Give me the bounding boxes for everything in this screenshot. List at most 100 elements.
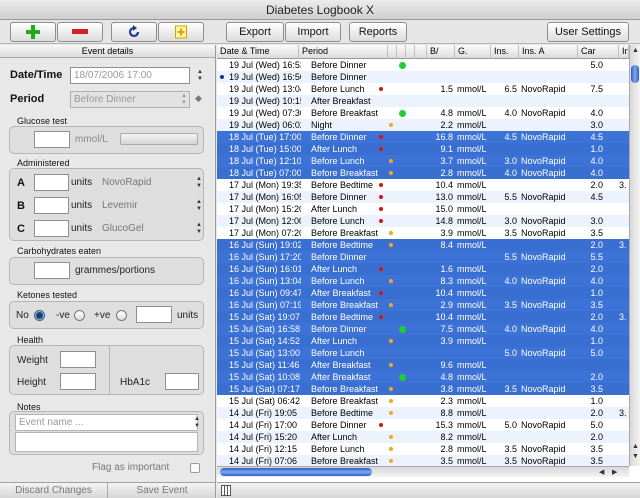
table-row[interactable]: 17 Jul (Mon) 15:20 After Lunch 15.0 mmol/L [217, 203, 629, 215]
event-name-arrows[interactable]: ▲ ▼ [193, 416, 201, 430]
table-row[interactable]: 14 Jul (Fri) 19:05 Before Bedtime 8.8 mmol/… [217, 407, 629, 419]
reports-button[interactable]: Reports [349, 22, 407, 42]
period-select[interactable]: Before Dinner [70, 91, 190, 108]
table-row[interactable]: 18 Jul (Tue) 07:00 Before Breakfast 2.8 mmo… [217, 167, 629, 179]
cell-glucose-unit: mmol/L [457, 108, 487, 118]
table-row[interactable]: 19 Jul (Wed) 16:53 Before Dinner 5.0 [217, 59, 629, 71]
table-row[interactable]: 15 Jul (Sat) 07:17 Before Breakfast 3.8 mmo… [217, 383, 629, 395]
import-button[interactable]: Import [285, 22, 341, 42]
save-event-button[interactable]: Save Event [108, 483, 216, 498]
table-row[interactable]: 15 Jul (Sat) 11:46 After Breakfast 9.6 mmol… [217, 359, 629, 371]
datetime-stepper[interactable]: ▲ ▼ [196, 69, 204, 83]
ketones-neg-radio[interactable] [74, 310, 85, 321]
table-row[interactable]: 16 Jul (Sun) 07:19 Before Breakfast 2.9 mmo… [217, 299, 629, 311]
scroll-right-arrow[interactable]: ▶ [612, 468, 617, 476]
table-row[interactable]: 18 Jul (Tue) 17:00 Before Dinner 16.8 mmol/… [217, 131, 629, 143]
add-event-button[interactable] [10, 22, 56, 42]
scroll-down-arrow[interactable]: ▼ [632, 453, 639, 460]
cell-insulin-dose: 3.5 [504, 384, 517, 394]
column-header-flag4[interactable] [415, 45, 427, 59]
table-row[interactable]: 19 Jul (Wed) 06:02 Night 2.2 mmol/L 3.0 [217, 119, 629, 131]
table-row[interactable]: 15 Jul (Sat) 14:52 After Lunch 3.9 mmol/L 1.… [217, 335, 629, 347]
refresh-button[interactable] [111, 22, 157, 42]
column-header-bg[interactable]: B/ [427, 45, 455, 59]
table-row[interactable]: 14 Jul (Fri) 17:00 Before Dinner 15.3 mmol/… [217, 419, 629, 431]
column-header-carbs[interactable]: Car [578, 45, 619, 59]
scroll-up-arrow[interactable]: ▲ [632, 47, 639, 54]
carbs-input[interactable] [34, 262, 70, 279]
table-row[interactable]: 15 Jul (Sat) 10:08 After Breakfast 4.8 mmol… [217, 371, 629, 383]
cell-insulin-b [619, 395, 629, 407]
insulin-b-input[interactable] [34, 197, 69, 214]
flag-important-checkbox[interactable] [190, 463, 200, 473]
insulin-b-name[interactable]: Levemir [102, 200, 138, 211]
discard-changes-button[interactable]: Discard Changes [0, 483, 108, 498]
horizontal-scroll-thumb[interactable] [220, 468, 372, 476]
column-header-glucose[interactable]: G. [455, 45, 491, 59]
weight-input[interactable] [60, 351, 96, 368]
table-row[interactable]: 15 Jul (Sat) 19:07 Before Bedtime 10.4 mmol… [217, 311, 629, 323]
scroll-left-arrow[interactable]: ◀ [599, 468, 604, 476]
table-row[interactable]: 19 Jul (Wed) 13:04 Before Lunch 1.5 mmol/L 6… [217, 83, 629, 95]
column-header-insulin-b[interactable]: Ins. [619, 45, 629, 59]
table-row[interactable]: 17 Jul (Mon) 12:00 Before Lunch 14.8 mmol/L… [217, 215, 629, 227]
table-row[interactable]: 14 Jul (Fri) 12:15 Before Lunch 2.8 mmol/L 3… [217, 443, 629, 455]
table-row[interactable]: 18 Jul (Tue) 12:10 Before Lunch 3.7 mmol/L 3… [217, 155, 629, 167]
table-row[interactable]: 15 Jul (Sat) 06:42 Before Breakfast 2.3 mmo… [217, 395, 629, 407]
horizontal-scrollbar[interactable]: ◀ ▶ [217, 466, 629, 477]
column-header-period[interactable]: Period [299, 45, 388, 59]
table-row[interactable]: 16 Jul (Sun) 19:02 Before Bedtime 8.4 mmol/… [217, 239, 629, 251]
ketones-input[interactable] [136, 306, 172, 323]
cell-carbs: 4.0 [590, 168, 603, 178]
column-header-insulin[interactable]: Ins. [491, 45, 519, 59]
new-note-button[interactable] [158, 22, 204, 42]
event-name-field[interactable]: Event name ... [15, 414, 198, 431]
column-header-flag2[interactable] [397, 45, 406, 59]
height-input[interactable] [60, 373, 96, 390]
notes-textarea[interactable] [15, 432, 198, 452]
delete-event-button[interactable] [57, 22, 103, 42]
table-row[interactable]: 17 Jul (Mon) 19:35 Before Bedtime 10.4 mmol… [217, 179, 629, 191]
insulin-a-select-arrows[interactable]: ▲ ▼ [195, 176, 203, 190]
vertical-scrollbar[interactable]: ▲ ▲ ▼ [629, 45, 640, 466]
table-row[interactable]: 16 Jul (Sun) 17:20 Before Dinner 5.5 NovoRa… [217, 251, 629, 263]
column-header-date-time[interactable]: Date & Time [217, 45, 299, 59]
glucose-input[interactable] [34, 131, 70, 148]
vertical-scroll-thumb[interactable] [631, 65, 639, 83]
table-row[interactable]: 19 Jul (Wed) 10:15 After Breakfast [217, 95, 629, 107]
insulin-a-input[interactable] [34, 174, 69, 191]
table-row[interactable]: 14 Jul (Fri) 15:20 After Lunch 8.2 mmol/L 2.… [217, 431, 629, 443]
table-row[interactable]: 15 Jul (Sat) 13:00 Before Lunch 5.0 NovoRap… [217, 347, 629, 359]
export-button[interactable]: Export [226, 22, 284, 42]
cell-date-time: 17 Jul (Mon) 07:20 [229, 228, 301, 238]
column-header-flag3[interactable] [406, 45, 415, 59]
cell-carbs: 5.0 [590, 348, 603, 358]
datetime-field[interactable]: 18/07/2006 17:00 [70, 67, 190, 84]
table-row[interactable]: 19 Jul (Wed) 07:30 Before Breakfast 4.8 mmo… [217, 107, 629, 119]
column-header-flag1[interactable] [388, 45, 397, 59]
ketones-no-radio[interactable] [34, 310, 45, 321]
table-row[interactable]: 16 Jul (Sun) 16:01 After Lunch 1.6 mmol/L 2.… [217, 263, 629, 275]
hba1c-label: HbA1c [120, 377, 151, 388]
hba1c-input[interactable] [165, 373, 199, 390]
user-settings-button[interactable]: User Settings [547, 22, 629, 42]
insulin-a-name[interactable]: NovoRapid [102, 177, 151, 188]
column-header-insulin-a[interactable]: Ins. A [519, 45, 578, 59]
insulin-b-select-arrows[interactable]: ▲ ▼ [195, 199, 203, 213]
cell-glucose-unit: mmol/L [457, 168, 487, 178]
table-row[interactable]: 16 Jul (Sun) 09:47 After Breakfast 10.4 mmo… [217, 287, 629, 299]
table-row[interactable]: 19 Jul (Wed) 16:50 Before Dinner [217, 71, 629, 83]
cell-insulin-a: NovoRapid [521, 384, 566, 394]
insulin-c-name[interactable]: GlucoGel [102, 223, 144, 234]
table-row[interactable]: 15 Jul (Sat) 16:58 Before Dinner 7.5 mmol/L… [217, 323, 629, 335]
insulin-c-input[interactable] [34, 220, 69, 237]
ketones-pos-radio[interactable] [116, 310, 127, 321]
table-row[interactable]: 14 Jul (Fri) 07:06 Before Breakfast 3.5 mmo… [217, 455, 629, 466]
column-view-icon[interactable] [221, 485, 231, 496]
table-row[interactable]: 16 Jul (Sun) 13:04 Before Lunch 8.3 mmol/L 4… [217, 275, 629, 287]
table-row[interactable]: 17 Jul (Mon) 16:05 Before Dinner 13.0 mmol/… [217, 191, 629, 203]
table-row[interactable]: 18 Jul (Tue) 15:00 After Lunch 9.1 mmol/L 1.… [217, 143, 629, 155]
table-row[interactable]: 17 Jul (Mon) 07:20 Before Breakfast 3.9 mmo… [217, 227, 629, 239]
insulin-c-select-arrows[interactable]: ▲ ▼ [195, 222, 203, 236]
scroll-up-arrow-bottom[interactable]: ▲ [632, 443, 639, 450]
